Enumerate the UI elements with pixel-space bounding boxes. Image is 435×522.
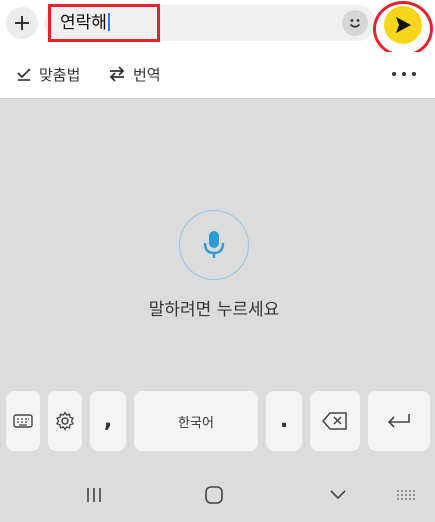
keyboard-icon	[13, 414, 33, 428]
check-icon	[17, 68, 31, 81]
attach-button[interactable]	[6, 7, 38, 39]
recent-apps-button[interactable]	[76, 468, 112, 522]
mic-button[interactable]	[179, 210, 249, 280]
voice-prompt: 말하려면 누르세요	[148, 300, 280, 320]
voice-input-panel: 말하려면 누르세요	[0, 99, 435, 384]
keyboard-switch-icon	[397, 490, 415, 500]
recent-apps-icon	[87, 488, 101, 502]
space-label: 한국어	[178, 415, 214, 431]
spellcheck-button[interactable]: 맞춤법	[16, 52, 80, 96]
settings-key[interactable]	[48, 391, 82, 451]
home-button[interactable]	[196, 468, 232, 522]
enter-key[interactable]	[368, 391, 430, 451]
backspace-icon	[322, 412, 347, 430]
keyboard-row: , 한국어 .	[0, 384, 435, 468]
comma-label: ,	[103, 408, 113, 433]
send-icon	[396, 17, 411, 33]
home-icon	[205, 486, 223, 504]
system-nav-bar	[0, 468, 435, 522]
period-label: .	[279, 408, 289, 433]
plus-icon	[15, 16, 29, 30]
translate-label: 번역	[133, 65, 161, 84]
emoji-button[interactable]	[342, 10, 368, 36]
space-key[interactable]: 한국어	[134, 391, 258, 451]
keyboard-key[interactable]	[6, 391, 40, 451]
backspace-key[interactable]	[310, 391, 360, 451]
spellcheck-label: 맞춤법	[39, 65, 81, 84]
translate-button[interactable]: 번역	[108, 52, 161, 96]
more-icon[interactable]	[392, 66, 416, 82]
swap-icon	[109, 66, 125, 82]
back-icon	[330, 490, 346, 500]
enter-icon	[387, 414, 410, 428]
compose-bar: 연락해	[0, 0, 435, 57]
keyboard-switch-button[interactable]	[390, 468, 422, 522]
comma-key[interactable]: ,	[90, 391, 126, 451]
highlight-box-message	[48, 4, 160, 42]
send-button[interactable]	[384, 6, 422, 44]
settings-gear-icon	[56, 411, 74, 431]
period-key[interactable]: .	[266, 391, 302, 451]
keyboard-toolbar: 맞춤법 번역	[0, 52, 435, 96]
back-button[interactable]	[320, 468, 356, 522]
emoji-icon	[349, 19, 361, 28]
microphone-icon	[203, 231, 225, 258]
